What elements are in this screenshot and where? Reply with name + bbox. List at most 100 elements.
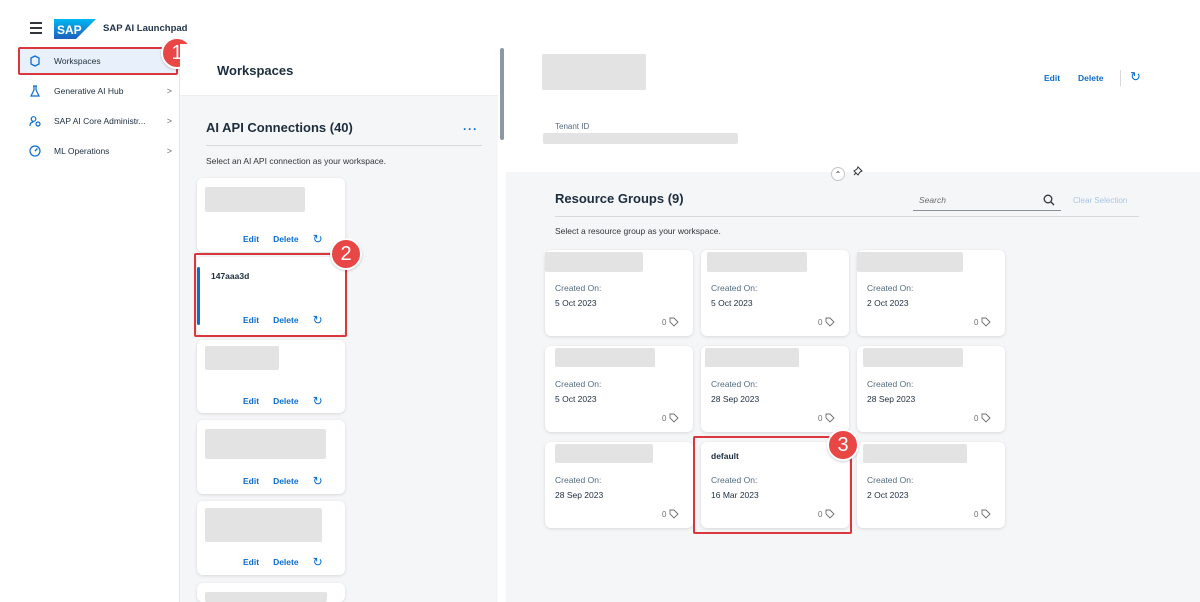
delete-link[interactable]: Delete <box>273 476 299 486</box>
resource-group-card[interactable]: Created On: 5 Oct 2023 0 <box>545 346 693 432</box>
refresh-icon[interactable]: ↻ <box>313 555 323 569</box>
delete-link[interactable]: Delete <box>273 557 299 567</box>
redacted-name <box>205 592 327 602</box>
resource-group-card[interactable]: Created On: 28 Sep 2023 0 <box>545 442 693 528</box>
delete-button[interactable]: Delete <box>1078 73 1104 83</box>
delete-link[interactable]: Delete <box>273 234 299 244</box>
page-title: Workspaces <box>217 63 294 78</box>
collapse-header-button[interactable]: ⌃ <box>831 167 845 181</box>
sidebar-item-label: Generative AI Hub <box>54 86 124 96</box>
divider <box>555 216 1139 217</box>
created-date: 5 Oct 2023 <box>711 298 753 308</box>
more-options-button[interactable]: ··· <box>463 122 478 136</box>
resource-group-card[interactable]: Created On: 28 Sep 2023 0 <box>857 346 1005 432</box>
refresh-icon[interactable]: ↻ <box>313 474 323 488</box>
tag-icon <box>670 317 680 327</box>
flask-icon <box>28 84 42 98</box>
sap-logo: SAP <box>54 19 96 39</box>
edit-link[interactable]: Edit <box>243 234 259 244</box>
tag-count: 0 <box>662 509 680 519</box>
sidebar-item-label: ML Operations <box>54 146 110 156</box>
created-label: Created On: <box>555 475 602 485</box>
created-label: Created On: <box>555 283 602 293</box>
tenant-label: Tenant ID <box>555 122 590 131</box>
redacted-name <box>863 444 967 463</box>
svg-text:SAP: SAP <box>57 23 82 37</box>
delete-link[interactable]: Delete <box>273 396 299 406</box>
connection-card[interactable]: Edit Delete ↻ <box>197 420 345 494</box>
callout-highlight-connection <box>194 253 347 337</box>
tag-icon <box>826 413 836 423</box>
tag-icon <box>670 509 680 519</box>
connection-card[interactable] <box>197 583 345 602</box>
resource-groups-subtitle: Select a resource group as your workspac… <box>555 226 721 236</box>
sidebar-item-ai-core-admin[interactable]: SAP AI Core Administr... > <box>18 108 180 134</box>
search-icon[interactable] <box>1043 193 1055 206</box>
refresh-icon[interactable]: ↻ <box>313 394 323 408</box>
created-date: 28 Sep 2023 <box>711 394 760 404</box>
pin-icon[interactable] <box>852 166 863 180</box>
redacted-name <box>863 348 963 367</box>
edit-link[interactable]: Edit <box>243 557 259 567</box>
created-label: Created On: <box>555 379 602 389</box>
menu-icon[interactable] <box>30 22 42 34</box>
connection-card[interactable]: Edit Delete ↻ <box>197 178 345 252</box>
clear-selection-button[interactable]: Clear Selection <box>1073 196 1127 205</box>
redacted-name <box>705 348 799 367</box>
created-date: 28 Sep 2023 <box>555 490 604 500</box>
resource-group-card[interactable]: Created On: 2 Oct 2023 0 <box>857 442 1005 528</box>
sidebar-item-generative-ai-hub[interactable]: Generative AI Hub > <box>18 78 180 104</box>
connections-title: AI API Connections (40) <box>206 120 353 135</box>
edit-link[interactable]: Edit <box>243 476 259 486</box>
admin-icon <box>28 114 42 128</box>
redacted-name <box>205 508 322 542</box>
divider <box>1120 70 1121 86</box>
redacted-title <box>542 54 646 90</box>
redacted-name <box>205 429 326 459</box>
redacted-name <box>205 187 305 212</box>
created-label: Created On: <box>867 379 914 389</box>
callout-badge-2: 2 <box>330 238 362 270</box>
tag-count: 0 <box>662 317 680 327</box>
redacted-name <box>857 252 963 272</box>
resource-group-card[interactable]: Created On: 2 Oct 2023 0 <box>857 250 1005 336</box>
created-label: Created On: <box>867 283 914 293</box>
tag-count: 0 <box>974 317 992 327</box>
app-title: SAP AI Launchpad <box>103 23 188 34</box>
tag-count: 0 <box>974 509 992 519</box>
tag-icon <box>982 413 992 423</box>
connection-card[interactable]: Edit Delete ↻ <box>197 501 345 575</box>
tag-icon <box>982 509 992 519</box>
created-date: 2 Oct 2023 <box>867 298 909 308</box>
chevron-right-icon: > <box>166 86 172 96</box>
connection-card[interactable]: Edit Delete ↻ <box>197 340 345 413</box>
tag-count: 0 <box>818 413 836 423</box>
refresh-icon[interactable]: ↻ <box>1130 69 1141 85</box>
connections-subtitle: Select an AI API connection as your work… <box>206 156 387 166</box>
resource-group-card[interactable]: Created On: 5 Oct 2023 0 <box>545 250 693 336</box>
tag-count: 0 <box>974 413 992 423</box>
splitter-grip[interactable] <box>500 48 504 140</box>
tag-count: 0 <box>818 317 836 327</box>
gauge-icon <box>28 144 42 158</box>
created-date: 28 Sep 2023 <box>867 394 916 404</box>
created-date: 2 Oct 2023 <box>867 490 909 500</box>
sidebar-item-ml-operations[interactable]: ML Operations > <box>18 138 180 164</box>
refresh-icon[interactable]: ↻ <box>313 232 323 246</box>
resource-group-card[interactable]: Created On: 28 Sep 2023 0 <box>701 346 849 432</box>
tag-count: 0 <box>662 413 680 423</box>
created-label: Created On: <box>711 283 758 293</box>
callout-badge-3: 3 <box>827 429 859 461</box>
chevron-right-icon: > <box>166 116 172 126</box>
created-date: 5 Oct 2023 <box>555 298 597 308</box>
redacted-name <box>205 346 279 370</box>
resource-groups-title: Resource Groups (9) <box>555 191 684 206</box>
chevron-right-icon: > <box>166 146 172 156</box>
tag-icon <box>982 317 992 327</box>
search-input[interactable]: Search <box>913 191 1061 211</box>
edit-button[interactable]: Edit <box>1044 73 1060 83</box>
edit-link[interactable]: Edit <box>243 396 259 406</box>
resource-group-card[interactable]: Created On: 5 Oct 2023 0 <box>701 250 849 336</box>
redacted-name <box>707 252 807 272</box>
sidebar-item-label: SAP AI Core Administr... <box>54 116 146 126</box>
